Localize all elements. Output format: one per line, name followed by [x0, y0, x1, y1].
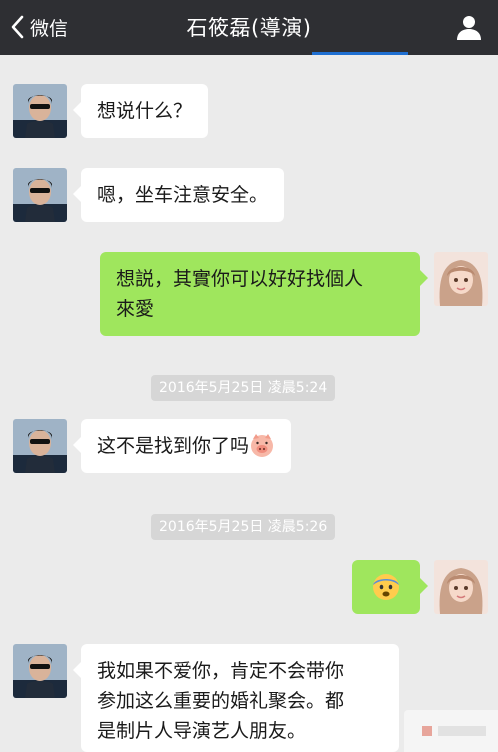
timestamp: 2016年5月25日 凌晨5:24	[151, 375, 336, 401]
message-text: 來愛	[116, 298, 155, 320]
message-text: 参加这么重要的婚礼聚会。都	[97, 690, 345, 712]
message-bubble-received[interactable]: 这不是找到你了吗	[72, 419, 292, 473]
my-avatar[interactable]	[434, 252, 488, 306]
message-text: 想説，其實你可以好好找個人	[116, 268, 364, 290]
message-text: 我如果不爱你，肯定不会带你	[97, 660, 345, 682]
message-text: 是制片人导演艺人朋友。	[97, 720, 307, 742]
my-avatar[interactable]	[434, 560, 488, 614]
nav-bar: 微信 石筱磊(導演)	[0, 0, 498, 55]
contact-avatar[interactable]	[13, 168, 67, 222]
message-bubble-received[interactable]: 我如果不爱你，肯定不会带你 参加这么重要的婚礼聚会。都 是制片人导演艺人朋友。	[73, 644, 399, 752]
contact-avatar[interactable]	[13, 84, 67, 138]
chat-info-button[interactable]	[454, 12, 484, 42]
fearful-face-icon	[373, 574, 399, 600]
message-text: 这不是找到你了吗	[97, 435, 250, 457]
pig-face-icon	[251, 434, 274, 457]
message-bubble-sent[interactable]	[352, 560, 428, 614]
contact-avatar[interactable]	[13, 644, 67, 698]
message-text: 嗯，坐车注意安全。	[97, 184, 269, 206]
message-text: 想说什么？	[97, 100, 193, 122]
header-accent-line	[312, 52, 408, 55]
message-bubble-received[interactable]: 嗯，坐车注意安全。	[72, 168, 285, 222]
timestamp: 2016年5月25日 凌晨5:26	[151, 514, 336, 540]
watermark-logo	[422, 726, 432, 736]
message-bubble-received[interactable]: 想说什么？	[72, 84, 209, 138]
message-bubble-sent[interactable]: 想説，其實你可以好好找個人 來愛	[100, 252, 428, 336]
person-icon	[457, 16, 481, 40]
chat-title: 石筱磊(導演)	[186, 16, 312, 40]
corner-watermark	[404, 710, 498, 752]
watermark-blur	[438, 726, 486, 736]
contact-avatar[interactable]	[13, 419, 67, 473]
